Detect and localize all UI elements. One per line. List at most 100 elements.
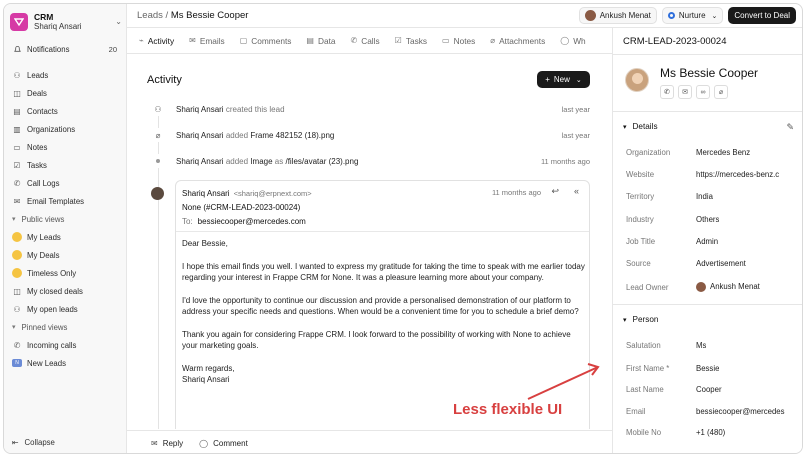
- view-my-leads[interactable]: My Leads: [8, 228, 123, 246]
- field-label: Website: [626, 169, 655, 179]
- convert-to-deal-button[interactable]: Convert to Deal: [728, 7, 796, 24]
- view-incoming-calls[interactable]: ✆ Incoming calls: [8, 336, 123, 354]
- public-views-toggle[interactable]: ▾ Public views: [8, 210, 123, 228]
- field-label: Source: [626, 258, 651, 268]
- activity-title: Activity: [147, 74, 182, 86]
- emoji-icon: [12, 250, 22, 260]
- link-icon[interactable]: ∞: [696, 85, 710, 99]
- pinned-views-toggle[interactable]: ▾ Pinned views: [8, 318, 123, 336]
- sidebar-item-call-logs[interactable]: ✆ Call Logs: [8, 174, 123, 192]
- lead-owner-select[interactable]: Ankush Menat: [578, 7, 657, 24]
- field-source[interactable]: Source Advertisement: [626, 256, 802, 270]
- field-last-name[interactable]: Last Name Cooper: [626, 382, 802, 396]
- reply-icon[interactable]: ↩: [551, 186, 559, 197]
- call-logs-icon: ✆: [13, 178, 21, 188]
- person-section-toggle[interactable]: ▾ Person: [623, 315, 658, 324]
- field-label: Organization: [626, 147, 671, 157]
- emoji-icon: [12, 232, 22, 242]
- whatsapp-icon: ◯: [560, 36, 570, 45]
- sidebar-item-deals[interactable]: ◫ Deals: [8, 84, 123, 102]
- view-label: My open leads: [27, 304, 78, 314]
- field-job-title[interactable]: Job Title Admin: [626, 234, 802, 248]
- email-to-label: To:: [182, 217, 193, 226]
- email-paragraph: I hope this email finds you well. I want…: [182, 261, 585, 283]
- tab-calls[interactable]: ✆ Calls: [351, 28, 380, 53]
- sidebar: CRM Shariq Ansari ⌄ Notifications 20 ⚇ Le…: [4, 4, 127, 453]
- leads-icon: ⚇: [13, 304, 21, 314]
- tab-label: Attachments: [499, 35, 546, 46]
- tab-label: Activity: [147, 35, 175, 46]
- timestamp: last year: [561, 130, 590, 140]
- attachment-name[interactable]: Frame 482152 (18).png: [250, 131, 334, 140]
- mail-icon[interactable]: ✉: [678, 85, 692, 99]
- details-section-toggle[interactable]: ▾ Details: [623, 122, 658, 131]
- edit-icon[interactable]: ✎: [786, 122, 794, 133]
- sidebar-item-contacts[interactable]: ▤ Contacts: [8, 102, 123, 120]
- breadcrumb: Leads / Ms Bessie Cooper: [137, 10, 248, 21]
- timeline-item: ⌀ Shariq Ansari added Frame 482152 (18).…: [150, 128, 590, 142]
- avatar[interactable]: [625, 68, 649, 92]
- new-activity-button[interactable]: + New ⌄: [537, 71, 590, 88]
- collapse-sidebar-button[interactable]: ⇤ Collapse: [12, 438, 55, 447]
- field-territory[interactable]: Territory India: [626, 189, 802, 203]
- reply-all-icon[interactable]: «: [574, 186, 579, 196]
- comment-button[interactable]: ◯ Comment: [199, 439, 248, 448]
- tab-notes[interactable]: ▭ Notes: [442, 28, 475, 53]
- arrow-left-icon: ⇤: [12, 438, 19, 447]
- tab-comments[interactable]: ▢ Comments: [240, 28, 292, 53]
- view-my-closed-deals[interactable]: ◫ My closed deals: [8, 282, 123, 300]
- email-from-address: <shariq@erpnext.com>: [233, 189, 312, 198]
- view-label: My closed deals: [27, 286, 83, 296]
- status-select[interactable]: Nurture ⌄: [661, 7, 724, 24]
- field-industry[interactable]: Industry Others: [626, 212, 802, 226]
- section-label: Person: [632, 315, 659, 324]
- chevron-down-icon: ▾: [623, 123, 627, 131]
- annotation-text: Less flexible UI: [453, 401, 563, 418]
- view-new-leads[interactable]: N New Leads: [8, 354, 123, 372]
- tab-tasks[interactable]: ☑ Tasks: [395, 28, 427, 53]
- sidebar-item-notes[interactable]: ▭ Notes: [8, 138, 123, 156]
- data-icon: ▤: [306, 36, 314, 45]
- timestamp: 11 months ago: [540, 156, 590, 166]
- field-salutation[interactable]: Salutation Ms: [626, 338, 802, 352]
- action: added: [225, 156, 249, 166]
- status-dot-icon: [667, 12, 675, 19]
- field-website[interactable]: Website https://mercedes-benz.c: [626, 167, 802, 181]
- phone-icon[interactable]: ✆: [660, 85, 674, 99]
- crm-logo-icon: [10, 13, 28, 31]
- field-mobile-no[interactable]: Mobile No +1 (480): [626, 425, 802, 439]
- chevron-down-icon: ⌄: [115, 17, 122, 26]
- brand-switcher[interactable]: CRM Shariq Ansari ⌄: [10, 11, 122, 33]
- field-label: Lead Owner: [626, 282, 669, 292]
- field-first-name[interactable]: First Name * Bessie: [626, 361, 802, 375]
- sidebar-item-organizations[interactable]: ▥ Organizations: [8, 120, 123, 138]
- chevron-down-icon: ▾: [12, 216, 16, 223]
- tab-data[interactable]: ▤ Data: [306, 28, 335, 53]
- paperclip-icon[interactable]: ⌀: [714, 85, 728, 99]
- tab-whatsapp[interactable]: ◯ Wh: [560, 28, 585, 53]
- divider: [613, 304, 802, 305]
- reply-button[interactable]: ✉ Reply: [151, 439, 183, 448]
- breadcrumb-leads-link[interactable]: Leads: [137, 10, 163, 21]
- view-timeless-only[interactable]: Timeless Only: [8, 264, 123, 282]
- tab-label: Emails: [199, 35, 225, 46]
- field-lead-owner[interactable]: Lead Owner Ankush Menat: [626, 280, 802, 294]
- tab-attachments[interactable]: ⌀ Attachments: [490, 28, 546, 53]
- field-label: Salutation: [626, 340, 661, 350]
- mail-icon: ✉: [189, 36, 196, 45]
- view-my-open-leads[interactable]: ⚇ My open leads: [8, 300, 123, 318]
- sidebar-item-tasks[interactable]: ☑ Tasks: [8, 156, 123, 174]
- field-organization[interactable]: Organization Mercedes Benz: [626, 145, 802, 159]
- tab-label: Calls: [361, 35, 380, 46]
- sidebar-item-leads[interactable]: ⚇ Leads: [8, 66, 123, 84]
- sidebar-item-email-templates[interactable]: ✉ Email Templates: [8, 192, 123, 210]
- field-email[interactable]: Email bessiecooper@mercedes: [626, 404, 802, 418]
- sidebar-nav-top: Notifications 20: [8, 40, 123, 58]
- deals-icon: ◫: [13, 88, 21, 98]
- tab-emails[interactable]: ✉ Emails: [189, 28, 225, 53]
- tasks-icon: ☑: [13, 160, 21, 170]
- view-my-deals[interactable]: My Deals: [8, 246, 123, 264]
- sidebar-item-notifications[interactable]: Notifications 20: [8, 40, 123, 58]
- tab-activity[interactable]: ⌁ Activity: [139, 28, 175, 53]
- timeline-line: [158, 104, 159, 429]
